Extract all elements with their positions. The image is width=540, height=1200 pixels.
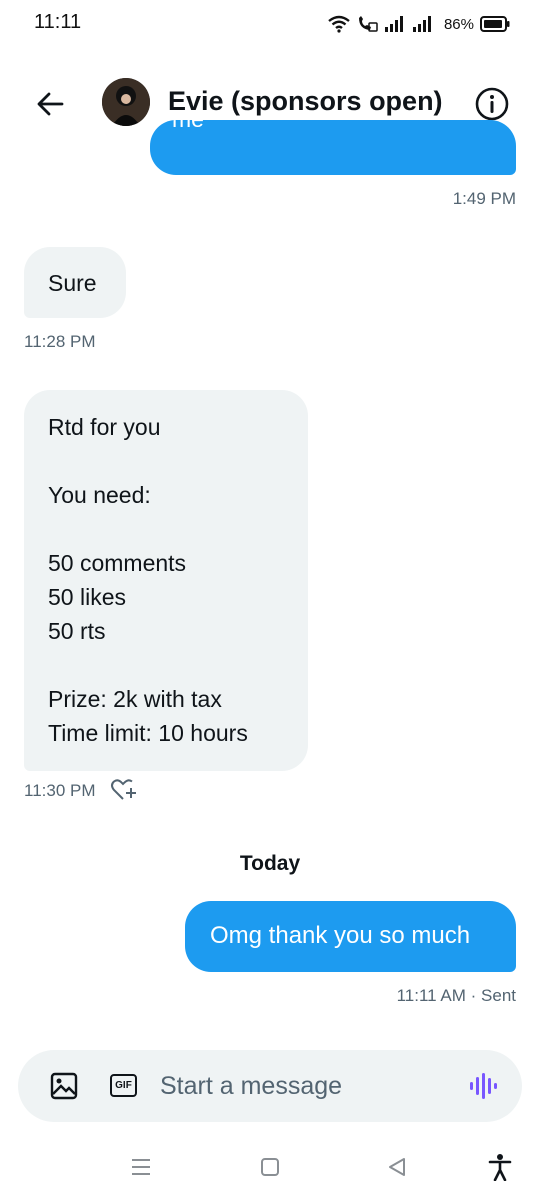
message-text: me bbox=[172, 120, 204, 136]
gif-icon[interactable]: GIF bbox=[110, 1074, 137, 1097]
message-line bbox=[48, 512, 284, 546]
wifi-icon bbox=[328, 15, 350, 33]
battery-percent: 86% bbox=[443, 15, 474, 33]
back-arrow-icon bbox=[37, 92, 64, 116]
info-button[interactable] bbox=[474, 86, 510, 122]
wifi-call-icon bbox=[358, 16, 378, 32]
message-line: Rtd for you bbox=[48, 414, 161, 440]
avatar[interactable] bbox=[102, 78, 150, 126]
message-timestamp: 11:28 PM bbox=[24, 332, 96, 351]
signal-icon bbox=[384, 16, 403, 32]
message-line: 50 likes bbox=[48, 584, 126, 610]
accessibility-icon[interactable] bbox=[488, 1153, 512, 1181]
contact-name[interactable]: Evie (sponsors open) bbox=[168, 86, 443, 117]
message-text: Omg thank you so much bbox=[210, 922, 471, 949]
back-button[interactable] bbox=[30, 84, 70, 124]
message-timestamp: 11:30 PM bbox=[24, 781, 96, 800]
message-line: You need: bbox=[48, 482, 151, 508]
message-line: Prize: 2k with tax bbox=[48, 686, 222, 712]
message-line: 50 rts bbox=[48, 618, 106, 644]
date-divider: Today bbox=[239, 852, 301, 875]
system-nav-bar bbox=[0, 1140, 540, 1200]
info-icon bbox=[475, 87, 509, 121]
status-time: 11:11 bbox=[34, 11, 82, 33]
home-icon[interactable] bbox=[259, 1156, 281, 1178]
add-reaction-icon[interactable] bbox=[110, 778, 138, 802]
sent-message-bubble[interactable]: me bbox=[150, 120, 516, 175]
message-line bbox=[48, 444, 284, 478]
message-input[interactable]: Start a message bbox=[160, 1072, 342, 1101]
message-line bbox=[48, 648, 284, 682]
message-text: Sure bbox=[48, 270, 97, 296]
voice-icon[interactable] bbox=[468, 1072, 498, 1100]
image-icon[interactable] bbox=[50, 1072, 78, 1100]
message-line: 50 comments bbox=[48, 550, 187, 576]
battery-icon bbox=[480, 16, 510, 32]
message-line: Time limit: 10 hours bbox=[48, 720, 248, 746]
received-message-bubble[interactable]: Rtd for you You need: 50 comments 50 lik… bbox=[24, 390, 308, 771]
message-timestamp: 11:11 AM · Sent bbox=[396, 986, 516, 1005]
signal-icon-2 bbox=[412, 16, 431, 32]
received-message-bubble[interactable]: Sure bbox=[24, 247, 126, 318]
message-timestamp: 1:49 PM bbox=[452, 189, 516, 208]
back-icon[interactable] bbox=[386, 1156, 408, 1178]
menu-icon[interactable] bbox=[130, 1156, 152, 1178]
status-bar: 11:11 86% bbox=[0, 0, 540, 48]
sent-message-bubble[interactable]: Omg thank you so much bbox=[185, 901, 516, 972]
message-composer: GIF Start a message bbox=[18, 1050, 522, 1122]
